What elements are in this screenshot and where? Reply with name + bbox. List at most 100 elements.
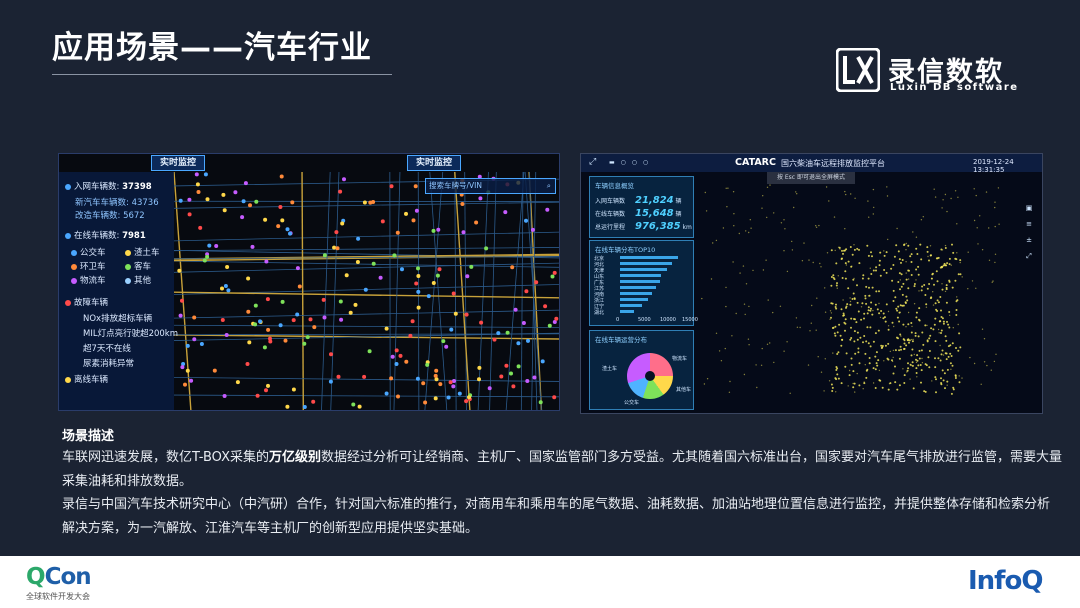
vehicle-marker[interactable] — [524, 289, 529, 294]
fault-nox[interactable]: NOx排放超标车辆 — [83, 312, 152, 324]
vehicle-marker[interactable] — [431, 228, 436, 233]
vehicle-marker[interactable] — [492, 337, 497, 342]
vehicle-marker[interactable] — [322, 315, 327, 320]
vehicle-marker[interactable] — [404, 359, 409, 364]
vehicle-marker[interactable] — [404, 211, 408, 216]
vehicle-marker[interactable] — [356, 236, 361, 241]
vehicle-marker[interactable] — [185, 343, 190, 348]
vehicle-marker[interactable] — [524, 218, 528, 223]
vehicle-marker[interactable] — [240, 215, 245, 220]
vehicle-marker[interactable] — [220, 318, 225, 322]
vehicle-marker[interactable] — [477, 365, 482, 370]
vehicle-marker[interactable] — [280, 218, 285, 223]
vehicle-marker[interactable] — [505, 330, 510, 335]
type-logistics[interactable]: 物流车 — [71, 274, 106, 286]
vehicle-marker[interactable] — [434, 377, 439, 382]
vehicle-marker[interactable] — [357, 404, 362, 409]
fullscreen-icon[interactable]: ⤢ — [1024, 252, 1034, 262]
vehicle-marker[interactable] — [302, 341, 307, 346]
vehicle-marker[interactable] — [302, 405, 307, 409]
vehicle-marker[interactable] — [212, 368, 217, 373]
vehicle-marker[interactable] — [187, 197, 192, 202]
vehicle-marker[interactable] — [398, 353, 403, 358]
layers-icon[interactable]: ≡ — [1024, 220, 1034, 230]
vehicle-marker[interactable] — [276, 224, 281, 229]
vehicle-marker[interactable] — [322, 253, 327, 258]
vehicle-marker[interactable] — [253, 303, 258, 308]
vehicle-marker[interactable] — [547, 323, 552, 328]
vehicle-marker[interactable] — [453, 311, 458, 316]
vehicle-marker[interactable] — [278, 323, 283, 328]
vehicle-marker[interactable] — [487, 386, 492, 391]
vehicle-marker[interactable] — [340, 221, 345, 226]
vehicle-marker[interactable] — [223, 284, 228, 288]
expand-icon[interactable]: ⤢ — [589, 157, 596, 167]
vehicle-marker[interactable] — [192, 337, 197, 342]
vehicle-marker[interactable] — [339, 317, 344, 322]
vehicle-marker[interactable] — [479, 320, 484, 325]
vehicle-marker[interactable] — [474, 220, 479, 225]
vehicle-marker[interactable] — [378, 275, 383, 280]
vehicle-marker[interactable] — [464, 312, 469, 317]
type-sanitation[interactable]: 环卫车 — [71, 260, 106, 272]
vehicle-marker[interactable] — [241, 199, 246, 204]
vehicle-marker[interactable] — [180, 365, 185, 370]
vehicle-marker[interactable] — [207, 243, 212, 248]
vehicle-marker[interactable] — [436, 227, 441, 232]
type-other[interactable]: 其他 — [125, 274, 151, 286]
vehicle-marker[interactable] — [291, 318, 296, 323]
vehicle-marker[interactable] — [183, 382, 187, 387]
vehicle-marker[interactable] — [438, 382, 443, 387]
vehicle-marker[interactable] — [467, 395, 471, 400]
page-dots[interactable]: ▬ ○ ○ ○ — [609, 159, 650, 166]
vehicle-marker[interactable] — [441, 339, 446, 344]
vehicle-marker[interactable] — [264, 259, 269, 264]
vehicle-marker[interactable] — [521, 321, 526, 325]
vehicle-marker[interactable] — [400, 267, 404, 272]
vehicle-marker[interactable] — [371, 200, 376, 204]
vehicle-marker[interactable] — [263, 217, 268, 222]
vehicle-marker[interactable] — [247, 340, 252, 345]
vehicle-marker[interactable] — [434, 368, 439, 373]
vehicle-search-input[interactable]: 搜索车牌号/VIN ⌕ — [425, 178, 556, 194]
vehicle-marker[interactable] — [410, 319, 415, 324]
vehicle-marker[interactable] — [245, 362, 250, 366]
vehicle-marker[interactable] — [177, 268, 182, 273]
vehicle-marker[interactable] — [355, 260, 360, 264]
vehicle-marker[interactable] — [321, 297, 326, 302]
vehicle-marker[interactable] — [291, 387, 296, 392]
vehicle-marker[interactable] — [214, 244, 219, 248]
type-coach[interactable]: 客车 — [125, 260, 151, 272]
vehicle-marker[interactable] — [226, 288, 231, 293]
vehicle-marker[interactable] — [461, 230, 466, 235]
vehicle-marker[interactable] — [362, 374, 367, 379]
vehicle-marker[interactable] — [290, 200, 295, 205]
vehicle-marker[interactable] — [254, 199, 259, 204]
vehicle-marker[interactable] — [545, 207, 550, 212]
vehicle-marker[interactable] — [196, 190, 201, 194]
vehicle-marker[interactable] — [448, 380, 453, 385]
vehicle-marker[interactable] — [280, 299, 285, 304]
vehicle-marker[interactable] — [435, 273, 440, 278]
vehicle-marker[interactable] — [414, 281, 419, 286]
vehicle-marker[interactable] — [464, 399, 469, 404]
vehicle-marker[interactable] — [308, 317, 313, 322]
vehicle-marker[interactable] — [451, 291, 456, 296]
vehicle-marker[interactable] — [265, 297, 270, 302]
vehicle-marker[interactable] — [408, 333, 413, 338]
vehicle-marker[interactable] — [262, 345, 267, 350]
vehicle-marker[interactable] — [396, 394, 400, 399]
vehicle-marker[interactable] — [266, 383, 270, 388]
vehicle-marker[interactable] — [250, 244, 255, 249]
vehicle-marker[interactable] — [389, 184, 394, 189]
vehicle-marker[interactable] — [413, 184, 418, 189]
offline-vehicles[interactable]: 离线车辆 — [65, 373, 108, 385]
vehicle-marker[interactable] — [344, 273, 349, 278]
vehicle-marker[interactable] — [194, 172, 199, 177]
vehicle-marker[interactable] — [198, 225, 203, 230]
vehicle-marker[interactable] — [246, 309, 251, 314]
vehicle-marker[interactable] — [449, 327, 454, 332]
vehicle-marker[interactable] — [195, 182, 200, 187]
vehicle-marker[interactable] — [416, 266, 420, 271]
vehicle-marker[interactable] — [202, 258, 207, 263]
